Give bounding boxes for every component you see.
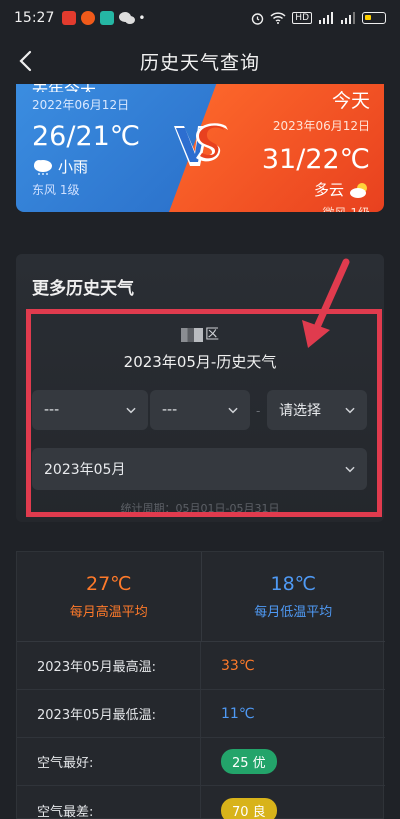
vs-badge-icon: VS — [166, 118, 228, 166]
battery-icon — [362, 12, 386, 24]
low-avg-value: 18℃ — [270, 573, 316, 595]
aqi-good-badge: 25 优 — [221, 749, 277, 774]
low-avg-cell: 18℃ 每月低温平均 — [200, 552, 386, 641]
signal-icon — [318, 12, 334, 24]
high-avg-value: 27℃ — [85, 573, 132, 595]
signal-icon — [340, 12, 356, 24]
alarm-icon — [251, 12, 264, 25]
low-avg-label: 每月低温平均 — [254, 605, 333, 620]
more-notifications-icon: • — [138, 11, 146, 25]
stat-label: 空气最差: — [17, 786, 201, 819]
today-weather-text: 多云 — [313, 181, 344, 199]
section-title: 更多历史天气 — [32, 279, 134, 299]
hd-badge: HD — [292, 12, 312, 24]
back-button[interactable] — [12, 48, 38, 74]
status-bar: 15:27 • HD — [0, 0, 400, 36]
stat-label: 2023年05月最低温: — [17, 690, 201, 737]
app-notification-icon — [100, 11, 115, 25]
partly-cloudy-icon — [350, 182, 367, 198]
wechat-icon — [119, 11, 136, 25]
last-year-date: 2022年06月12日 — [32, 98, 130, 112]
notification-icons: • — [62, 11, 145, 25]
weather-compare-card: 去年今天 2022年06月12日 26/21℃ 小雨 东风 1级 今天 2023… — [16, 84, 384, 212]
stat-value-cell: 70 良 — [201, 797, 277, 819]
stat-label: 空气最好: — [17, 738, 201, 785]
high-avg-cell: 27℃ 每月高温平均 — [17, 552, 201, 641]
aqi-moderate-badge: 70 良 — [221, 797, 277, 819]
chevron-left-icon — [19, 50, 32, 72]
app-notification-icon — [81, 11, 96, 25]
rain-cloud-icon — [34, 159, 52, 175]
last-year-weather-text: 小雨 — [58, 158, 89, 176]
monthly-stats-table: 27℃ 每月高温平均 18℃ 每月低温平均 2023年05月最高温: 33℃ 2… — [16, 551, 385, 819]
status-right: HD — [251, 12, 386, 25]
stat-value: 33℃ — [221, 657, 255, 674]
highlight-arrow-icon — [302, 258, 350, 348]
high-avg-label: 每月高温平均 — [69, 605, 148, 620]
stat-value: 11℃ — [221, 705, 255, 722]
today-wind: 微风 1级 — [169, 204, 370, 212]
table-row: 2023年05月最低温: 11℃ — [17, 690, 385, 738]
page-title: 历史天气查询 — [139, 51, 260, 74]
last-year-title: 去年今天 — [32, 84, 226, 92]
today-weather: 多云 — [169, 179, 370, 200]
wifi-icon — [270, 12, 286, 24]
vs-text: VS — [166, 118, 187, 122]
table-row: 2023年05月最高温: 33℃ — [17, 642, 385, 690]
average-row: 27℃ 每月高温平均 18℃ 每月低温平均 — [17, 552, 385, 642]
stat-value-cell: 25 优 — [201, 749, 277, 774]
app-notification-icon — [62, 11, 77, 25]
status-time: 15:27 — [14, 10, 55, 26]
nav-bar: 历史天气查询 — [0, 38, 400, 84]
table-row: 空气最差: 70 良 — [17, 786, 385, 819]
table-row: 空气最好: 25 优 — [17, 738, 385, 786]
stat-label: 2023年05月最高温: — [17, 642, 201, 689]
